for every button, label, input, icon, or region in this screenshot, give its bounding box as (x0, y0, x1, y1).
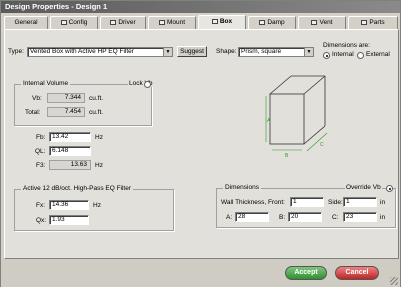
dimensions-group: Dimensions Override Vb Wall Thickness, F… (216, 184, 396, 228)
suggest-button[interactable]: Suggest (177, 46, 207, 57)
b-label: B: (279, 214, 286, 221)
tab-label: General (14, 19, 38, 26)
tab-general[interactable]: General (4, 16, 48, 29)
cancel-button[interactable]: Cancel (335, 266, 379, 280)
dim-a-input[interactable]: 28 (235, 212, 269, 222)
dialog-footer: Accept Cancel (1, 259, 400, 287)
dim-c-label: C (320, 142, 324, 148)
box-diagram: A B C (265, 75, 328, 159)
damp-icon (259, 19, 266, 25)
chevron-down-icon: ▼ (304, 48, 313, 56)
internal-volume-title: Internal Volume (21, 80, 71, 87)
total-unit: cu.ft. (89, 109, 104, 116)
fx-input[interactable]: 14.36 (49, 200, 89, 210)
vent-icon (311, 19, 318, 25)
tab-config[interactable]: Config (50, 16, 98, 29)
tab-vent[interactable]: Vent (298, 16, 346, 29)
fx-unit: Hz (93, 202, 101, 209)
c-label: C: (332, 214, 339, 221)
mount-icon (158, 19, 165, 25)
f3-label: F3: (36, 162, 46, 169)
box-tab-panel: Type: Vented Box with Active HP EQ Filte… (4, 29, 399, 259)
side-unit: in (380, 199, 386, 206)
total-value: 7.454 (47, 107, 85, 117)
fb-unit: Hz (95, 134, 103, 141)
fb-input[interactable]: 13.42 (49, 132, 91, 142)
window-title: Design Properties - Design 1 (1, 1, 400, 13)
f3-unit: Hz (95, 162, 103, 169)
dim-unit: in (380, 214, 386, 221)
tab-label: Damp (267, 19, 285, 26)
box-icon (211, 18, 218, 24)
vb-unit: cu.ft. (89, 95, 104, 102)
ql-input[interactable]: 6.148 (49, 146, 91, 156)
dim-b-label: B (285, 153, 289, 159)
tab-label: Vent (319, 19, 333, 26)
accept-button[interactable]: Accept (285, 266, 327, 280)
ql-label: QL: (35, 148, 46, 155)
qx-input[interactable]: 1.93 (49, 215, 89, 225)
wall-side-input[interactable]: 1 (343, 197, 377, 207)
dim-c-input[interactable]: 23 (343, 212, 377, 222)
chevron-down-icon: ▼ (163, 48, 172, 56)
qx-label: Qx: (36, 217, 47, 224)
dimensions-are-label: Dimensions are: (323, 42, 370, 49)
tab-damp[interactable]: Damp (248, 16, 296, 29)
internal-radio-label: Internal (332, 51, 354, 58)
wall-thickness-label: Wall Thickness, Front: (221, 199, 285, 206)
tab-label: Box (219, 18, 233, 25)
driver-icon (110, 19, 117, 25)
type-label: Type: (8, 48, 24, 55)
tab-driver[interactable]: Driver (100, 16, 146, 29)
external-radio[interactable] (357, 52, 364, 59)
dimensions-title: Dimensions (223, 184, 261, 191)
config-icon (60, 19, 67, 25)
type-value: Vented Box with Active HP EQ Filter (30, 48, 134, 55)
internal-radio[interactable] (323, 52, 330, 59)
tab-mount[interactable]: Mount (148, 16, 196, 29)
tab-box[interactable]: Box (198, 15, 246, 30)
shape-label: Shape: (216, 48, 237, 55)
lock-vb-radio[interactable] (144, 81, 151, 88)
internal-volume-group: Internal Volume Lock Vb Vb: 7.344 cu.ft.… (14, 80, 154, 126)
shape-select[interactable]: Prism, square ▼ (238, 47, 314, 57)
resize-grip-icon[interactable] (390, 277, 398, 285)
box-front-face (269, 93, 305, 145)
tab-label: Mount (166, 19, 186, 26)
tab-label: Parts (369, 19, 385, 26)
tab-label: Driver (118, 19, 136, 26)
override-vb-radio[interactable] (386, 185, 393, 192)
tab-parts[interactable]: Parts (348, 16, 398, 29)
total-label: Total: (25, 109, 41, 116)
vb-label: Vb: (32, 95, 42, 102)
tab-label: Config (68, 19, 88, 26)
vb-value: 7.344 (47, 93, 85, 103)
fx-label: Fx: (36, 202, 46, 209)
side-label: Side: (328, 199, 343, 206)
wall-front-input[interactable]: 1 (290, 197, 324, 207)
f3-value: 13.63 (49, 160, 91, 170)
hp-eq-filter-title: Active 12 dB/oct. High-Pass EQ Filter (21, 185, 134, 192)
dim-b-input[interactable]: 20 (288, 212, 322, 222)
override-vb-label: Override Vb (345, 184, 382, 191)
shape-value: Prism, square (241, 48, 282, 55)
external-radio-label: External (366, 51, 390, 58)
parts-icon (361, 19, 368, 25)
dimension-lines (265, 96, 328, 152)
type-select[interactable]: Vented Box with Active HP EQ Filter ▼ (27, 47, 173, 57)
fb-label: Fb: (36, 134, 46, 141)
tab-bar: General Config Driver Mount Box Damp Ven… (4, 15, 399, 30)
a-label: A: (226, 214, 233, 221)
hp-eq-filter-group: Active 12 dB/oct. High-Pass EQ Filter Fx… (14, 185, 174, 231)
design-properties-window: Design Properties - Design 1 General Con… (0, 0, 401, 287)
